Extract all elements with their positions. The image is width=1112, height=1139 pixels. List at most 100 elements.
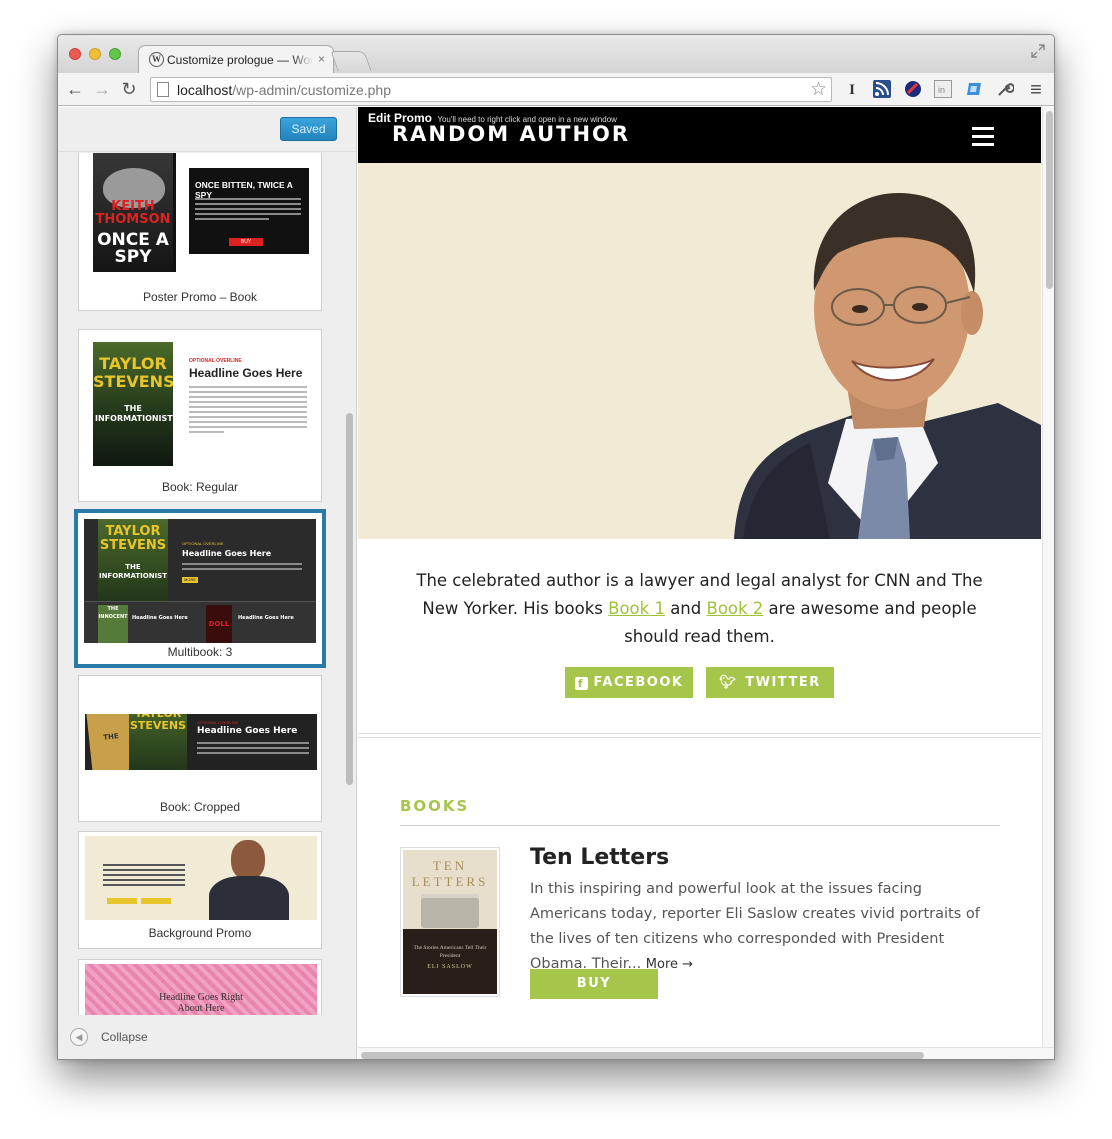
fullscreen-icon[interactable] bbox=[1030, 43, 1046, 59]
bookmark-star-icon[interactable]: ☆ bbox=[810, 78, 827, 101]
cover-author-last: STEVENS bbox=[93, 372, 173, 391]
template-label: Poster Promo – Book bbox=[142, 290, 258, 304]
color-picker-extension-icon[interactable] bbox=[903, 80, 923, 100]
close-window-button[interactable] bbox=[69, 48, 81, 60]
url-text[interactable]: localhost/wp-admin/customize.php bbox=[177, 82, 391, 98]
browser-window: W Customize prologue — WordPress × ← → ↻… bbox=[57, 34, 1055, 1060]
site-title[interactable]: RANDOM AUTHOR bbox=[392, 125, 630, 145]
customizer-preview: RANDOM AUTHOR Edit Promo You'll need to … bbox=[358, 107, 1054, 1059]
saved-button[interactable]: Saved bbox=[280, 117, 337, 141]
screenshot-extension-icon[interactable] bbox=[964, 80, 984, 100]
template-label: Multibook: 3 bbox=[167, 645, 233, 659]
tab-close-icon[interactable]: × bbox=[318, 52, 325, 66]
rss-extension-icon[interactable] bbox=[872, 80, 892, 100]
customizer-header: Saved bbox=[58, 107, 356, 152]
pink-promo-headline: Headline Goes Right About Here bbox=[159, 992, 243, 1014]
thumb-overline: OPTIONAL OVERLINE bbox=[189, 358, 242, 364]
customizer-sidebar: Saved KEITH THOMSON ONCE A SPY ONCE BITT… bbox=[58, 107, 357, 1059]
cropped-overline: OPTIONAL OVERLINE bbox=[197, 720, 239, 725]
edit-promo-note: You'll need to right click and open in a… bbox=[437, 115, 617, 124]
sidebar-scrollbar-thumb[interactable] bbox=[346, 413, 353, 785]
author-bio: The celebrated author is a lawyer and le… bbox=[398, 567, 1001, 651]
books-heading: BOOKS bbox=[400, 797, 470, 815]
multibook-sub-headline-1: Headline Goes Here bbox=[132, 615, 188, 621]
cover-author-first: TAYLOR bbox=[99, 354, 167, 373]
template-multibook-3[interactable]: TAYLOR STEVENS THE INFORMATIONIST OPTION… bbox=[74, 509, 326, 668]
facebook-button[interactable]: f FACEBOOK bbox=[565, 667, 693, 698]
book-description-text: In this inspiring and powerful look at t… bbox=[530, 881, 980, 972]
template-pink-promo[interactable]: Headline Goes Right About Here bbox=[78, 959, 322, 1015]
template-list: KEITH THOMSON ONCE A SPY ONCE BITTEN, TW… bbox=[58, 153, 342, 1015]
twitter-button[interactable]: 🐦︎ TWITTER bbox=[706, 667, 834, 698]
twitter-label: TWITTER bbox=[745, 675, 821, 690]
edit-promo-overlay[interactable]: Edit Promo You'll need to right click an… bbox=[368, 111, 617, 125]
doll-cover: DOLL bbox=[206, 605, 232, 643]
site-header: RANDOM AUTHOR Edit Promo You'll need to … bbox=[358, 107, 1041, 163]
ten-letters-cover[interactable]: TEN LETTERS The Stories Americans Tell T… bbox=[400, 847, 500, 997]
tab-title: Customize prologue — WordPress bbox=[167, 53, 313, 67]
informationist-cover-thumbnail: TAYLOR STEVENS THE INFORMATIONIST bbox=[93, 342, 173, 466]
zoom-window-button[interactable] bbox=[109, 48, 121, 60]
template-label: Book: Cropped bbox=[159, 800, 241, 814]
cover-author-last: STEVENS bbox=[129, 719, 187, 732]
cropped-thumbnail: THE INNOCENT TAYLOR STEVENS OPTIONAL OVE… bbox=[85, 714, 317, 770]
multibook-headline: Headline Goes Here bbox=[182, 549, 272, 558]
books-rule bbox=[400, 825, 1000, 826]
poster-author-text: KEITH THOMSON bbox=[95, 199, 171, 227]
author-photo bbox=[734, 193, 1041, 539]
multibook-main-cover: TAYLOR STEVENS THE INFORMATIONIST bbox=[98, 519, 168, 603]
preview-horizontal-scrollbar[interactable] bbox=[358, 1047, 1054, 1059]
forward-button[interactable]: → bbox=[91, 79, 113, 101]
svg-text:in: in bbox=[938, 85, 945, 95]
cover-author-text: ELI SASLOW bbox=[427, 964, 473, 970]
book-title[interactable]: Ten Letters bbox=[530, 845, 669, 870]
instapaper-extension-icon[interactable]: I bbox=[842, 80, 862, 100]
poster-buy-mini: BUY bbox=[229, 238, 263, 246]
cropped-headline: Headline Goes Here bbox=[197, 726, 298, 736]
poster-title-text: ONCE A SPY bbox=[97, 230, 169, 267]
new-tab-button[interactable] bbox=[330, 51, 372, 71]
innocent-cover: THE INNOCENT bbox=[98, 605, 128, 643]
thumb-body-lines bbox=[189, 386, 307, 436]
multibook-overline: OPTIONAL OVERLINE bbox=[182, 541, 224, 546]
reload-button[interactable]: ↻ bbox=[118, 79, 140, 101]
cropped-front-cover: TAYLOR STEVENS bbox=[129, 714, 187, 770]
bio-text-2: and bbox=[664, 599, 707, 618]
multibook-sub-headline-2: Headline Goes Here bbox=[238, 615, 294, 621]
template-poster-promo-book[interactable]: KEITH THOMSON ONCE A SPY ONCE BITTEN, TW… bbox=[78, 153, 322, 311]
pink-promo-thumbnail: Headline Goes Right About Here bbox=[85, 964, 317, 1015]
facebook-icon: f bbox=[574, 677, 588, 690]
thumb-headline: Headline Goes Here bbox=[189, 366, 303, 380]
template-label: Book: Regular bbox=[161, 480, 239, 494]
template-label: Background Promo bbox=[148, 926, 252, 940]
cover-author-first: TAYLOR bbox=[105, 524, 161, 539]
preview-horizontal-scrollbar-thumb[interactable] bbox=[361, 1052, 924, 1059]
chrome-menu-icon[interactable]: ≡ bbox=[1026, 80, 1046, 100]
collapse-arrow-icon: ◀ bbox=[70, 1028, 88, 1046]
menu-hamburger-icon[interactable] bbox=[972, 127, 994, 151]
author-hero bbox=[358, 163, 1041, 539]
template-book-regular[interactable]: TAYLOR STEVENS THE INFORMATIONIST OPTION… bbox=[78, 329, 322, 502]
twitter-bird-icon: 🐦︎ bbox=[719, 675, 738, 690]
minimize-window-button[interactable] bbox=[89, 48, 101, 60]
book-2-link[interactable]: Book 2 bbox=[707, 599, 764, 618]
template-book-cropped[interactable]: THE INNOCENT TAYLOR STEVENS OPTIONAL OVE… bbox=[78, 675, 322, 822]
template-background-promo[interactable]: Background Promo bbox=[78, 831, 322, 949]
linkedin-extension-icon[interactable]: in bbox=[933, 80, 953, 100]
browser-toolbar: ← → ↻ localhost/wp-admin/customize.php ☆… bbox=[58, 73, 1054, 106]
preview-vertical-scrollbar-thumb[interactable] bbox=[1046, 111, 1053, 289]
background-promo-thumbnail bbox=[85, 836, 317, 920]
url-path: /wp-admin/customize.php bbox=[232, 82, 392, 98]
browser-tab[interactable]: W Customize prologue — WordPress × bbox=[138, 45, 334, 73]
book-1-link[interactable]: Book 1 bbox=[608, 599, 665, 618]
wrench-icon[interactable] bbox=[995, 80, 1015, 100]
preview-vertical-scrollbar[interactable] bbox=[1042, 107, 1054, 1047]
wordpress-icon: W bbox=[149, 52, 164, 67]
buy-button[interactable]: BUY bbox=[530, 969, 658, 999]
back-button[interactable]: ← bbox=[64, 79, 86, 101]
edit-promo-label[interactable]: Edit Promo bbox=[368, 111, 432, 125]
cover-title-text: TEN LETTERS bbox=[411, 858, 489, 889]
cover-subtitle-text: The Stories Americans Tell Their Preside… bbox=[413, 945, 487, 959]
address-bar[interactable]: localhost/wp-admin/customize.php ☆ bbox=[150, 77, 832, 102]
multibook-more-mini: MORE bbox=[182, 577, 198, 583]
